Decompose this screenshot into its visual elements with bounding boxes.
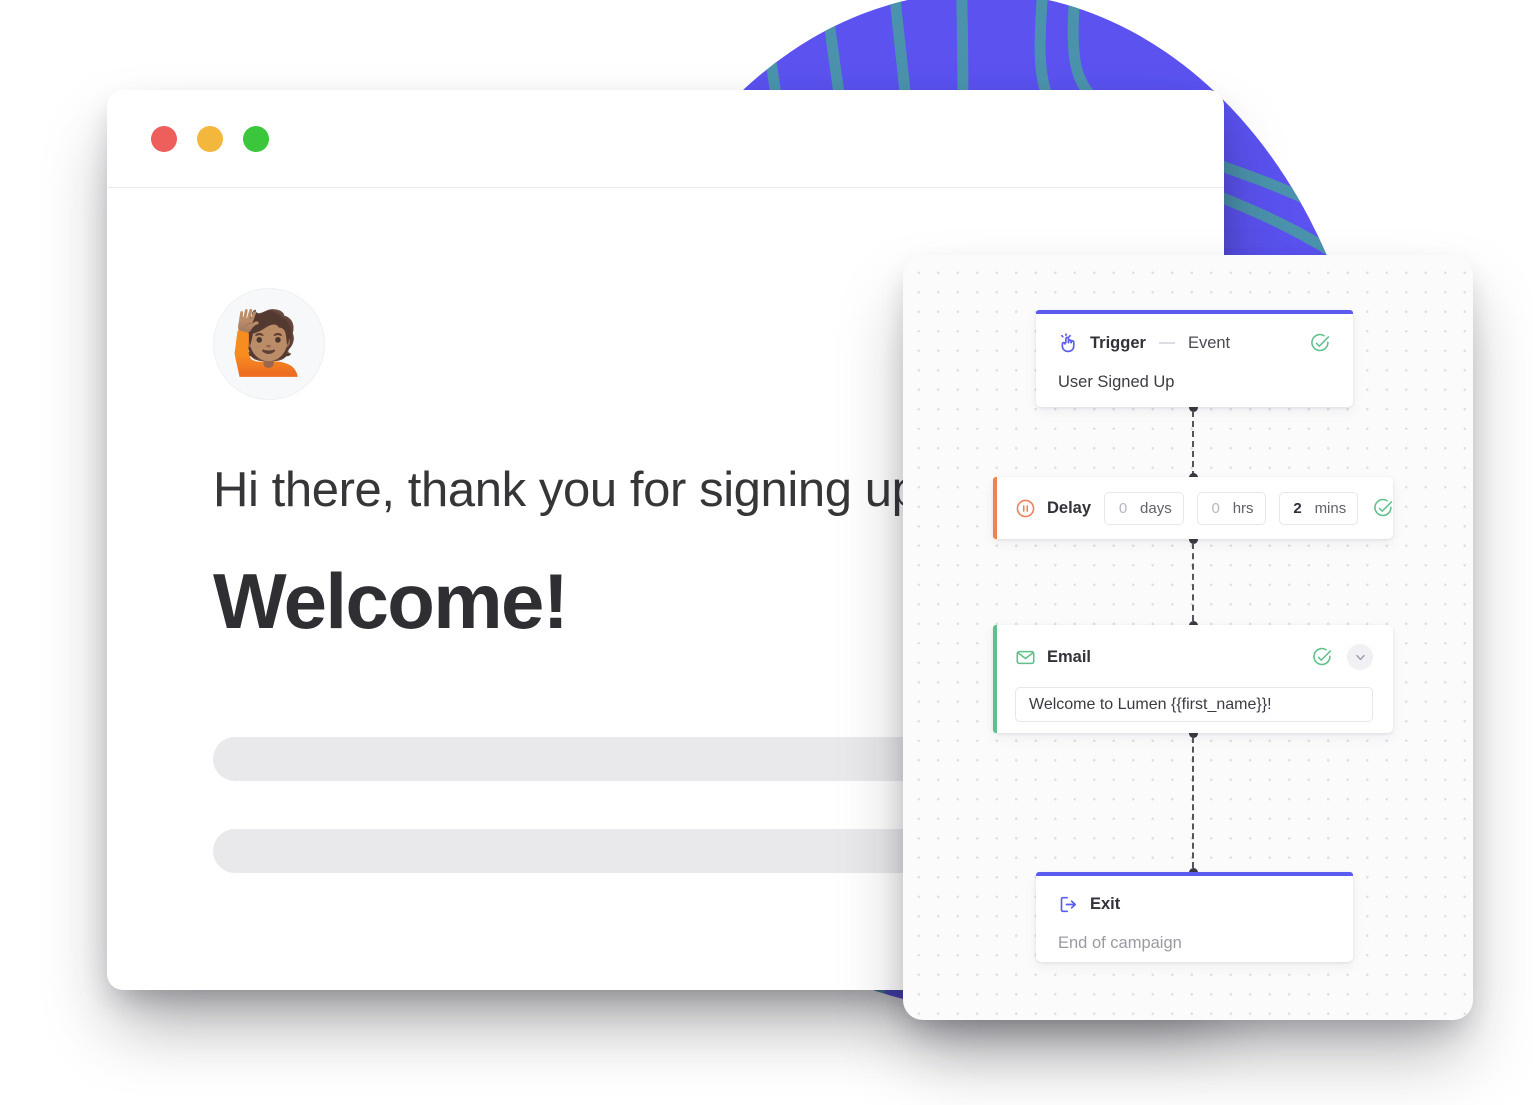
- envelope-icon: [1015, 647, 1036, 668]
- exit-accent-bar: [1036, 872, 1353, 876]
- connector-line: [1192, 411, 1196, 477]
- window-close-button[interactable]: [151, 125, 177, 152]
- email-node-card[interactable]: Email Welcome to Lumen {{first_name}}!: [993, 625, 1393, 733]
- trigger-event-value: User Signed Up: [1058, 373, 1175, 391]
- window-minimize-button[interactable]: [197, 125, 223, 152]
- delay-hours-input[interactable]: 0 hrs: [1196, 491, 1266, 525]
- delay-hours-value: 0: [1211, 499, 1220, 517]
- delay-hours-unit: hrs: [1232, 499, 1254, 517]
- exit-title: Exit: [1090, 895, 1121, 913]
- email-subject-input[interactable]: Welcome to Lumen {{first_name}}!: [1015, 687, 1373, 722]
- browser-titlebar: [107, 90, 1224, 188]
- email-expand-button[interactable]: [1347, 644, 1373, 670]
- check-circle-icon: [1311, 646, 1333, 668]
- tap-hand-icon: [1058, 332, 1079, 354]
- email-accent-bar: [993, 625, 997, 733]
- raising-hand-emoji-icon: 🙋🏽: [230, 309, 308, 378]
- email-title: Email: [1047, 647, 1092, 666]
- trigger-title: Trigger: [1090, 333, 1146, 352]
- scene: 🙋🏽 Hi there, thank you for signing up We…: [0, 0, 1533, 1105]
- exit-node-card[interactable]: Exit End of campaign: [1036, 872, 1353, 962]
- delay-minutes-value: 2: [1293, 499, 1302, 517]
- check-circle-icon: [1372, 497, 1394, 519]
- connector-line: [1192, 543, 1196, 621]
- pause-circle-icon: [1015, 498, 1036, 519]
- chevron-down-icon: [1354, 651, 1367, 664]
- delay-title: Delay: [1047, 498, 1092, 517]
- email-subject-value: Welcome to Lumen {{first_name}}!: [1029, 695, 1272, 713]
- delay-accent-bar: [993, 477, 997, 539]
- window-maximize-button[interactable]: [243, 125, 269, 152]
- delay-days-value: 0: [1118, 499, 1128, 517]
- check-circle-icon: [1309, 332, 1331, 354]
- trigger-subtitle: Event: [1187, 333, 1231, 352]
- exit-arrow-icon: [1058, 894, 1079, 915]
- delay-node-card[interactable]: Delay 0 days 0 hrs 2 mins: [993, 477, 1393, 539]
- workflow-panel: Trigger Event User Signed Up Delay 0 day…: [903, 255, 1473, 1020]
- title-separator: [1158, 342, 1175, 344]
- connector-line: [1192, 737, 1196, 868]
- avatar: 🙋🏽: [213, 288, 325, 400]
- delay-minutes-input[interactable]: 2 mins: [1278, 491, 1359, 525]
- trigger-accent-bar: [1036, 310, 1353, 314]
- delay-days-input[interactable]: 0 days: [1104, 491, 1184, 525]
- delay-days-unit: days: [1140, 499, 1172, 517]
- delay-minutes-unit: mins: [1314, 499, 1347, 517]
- exit-description: End of campaign: [1058, 934, 1182, 952]
- trigger-node-card[interactable]: Trigger Event User Signed Up: [1036, 310, 1353, 407]
